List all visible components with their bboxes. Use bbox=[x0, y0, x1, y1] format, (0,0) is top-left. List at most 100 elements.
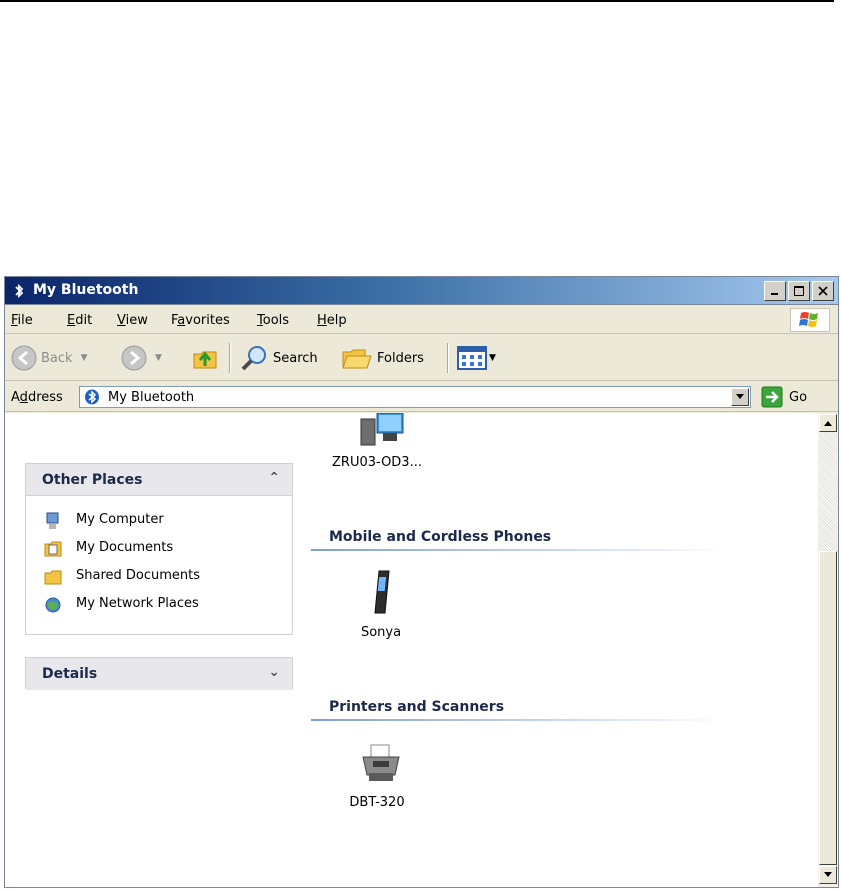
device-label: Sonya bbox=[360, 625, 402, 640]
menu-view[interactable]: View bbox=[117, 313, 148, 328]
forward-button[interactable]: ▼ bbox=[121, 335, 162, 381]
address-label-accel: d bbox=[19, 390, 28, 405]
my-documents-icon bbox=[44, 541, 62, 557]
device-printer[interactable]: DBT-320 bbox=[349, 743, 405, 823]
mobile-phone-icon bbox=[374, 570, 390, 614]
search-label: Search bbox=[273, 350, 318, 366]
maximize-icon bbox=[794, 286, 804, 296]
maximize-button[interactable] bbox=[788, 281, 810, 301]
other-places-header[interactable]: Other Places ⌃ bbox=[26, 464, 292, 496]
back-arrow-icon bbox=[11, 345, 37, 371]
close-button[interactable] bbox=[812, 281, 834, 301]
expand-chevron-icon[interactable]: ⌄ bbox=[268, 664, 280, 680]
views-icon bbox=[457, 346, 487, 370]
group-heading-mobile: Mobile and Cordless Phones bbox=[329, 529, 552, 545]
minimize-icon bbox=[771, 293, 778, 295]
group-heading-printers: Printers and Scanners bbox=[329, 699, 505, 715]
standard-toolbar: Back ▼ ▼ Search Folders ▼ bbox=[5, 335, 838, 381]
details-header[interactable]: Details ⌄ bbox=[26, 658, 292, 690]
bluetooth-icon bbox=[15, 283, 24, 299]
menu-edit-accel: E bbox=[67, 313, 76, 328]
folders-label: Folders bbox=[377, 350, 424, 366]
menu-tools[interactable]: Tools bbox=[257, 313, 289, 328]
views-dropdown-icon[interactable]: ▼ bbox=[489, 353, 496, 363]
place-shared-documents[interactable]: Shared Documents bbox=[26, 562, 292, 590]
device-mobile-phone[interactable]: Sonya bbox=[361, 569, 401, 649]
window-title: My Bluetooth bbox=[33, 282, 139, 298]
address-label-pre: A bbox=[11, 390, 20, 405]
scroll-up-button[interactable] bbox=[819, 414, 837, 432]
group-divider bbox=[311, 549, 727, 551]
search-button[interactable]: Search bbox=[239, 335, 318, 381]
menu-file-rest: ile bbox=[17, 313, 33, 328]
back-label: Back bbox=[41, 350, 73, 366]
scroll-thumb[interactable] bbox=[819, 551, 837, 865]
place-my-documents[interactable]: My Documents bbox=[26, 534, 292, 562]
go-label: Go bbox=[789, 389, 808, 405]
top-rule bbox=[0, 0, 834, 2]
content-area: Other Places ⌃ My Computer My Documents bbox=[5, 413, 838, 887]
up-folder-icon bbox=[193, 351, 217, 369]
folders-button[interactable]: Folders bbox=[341, 335, 424, 381]
address-dropdown-button[interactable] bbox=[731, 388, 749, 406]
scroll-down-arrow-icon bbox=[824, 872, 832, 877]
device-label: ZRU03-OD3... bbox=[332, 455, 422, 470]
menu-bar: File Edit View Favorites Tools Help bbox=[5, 306, 838, 334]
place-label: My Network Places bbox=[76, 596, 199, 611]
scroll-down-button[interactable] bbox=[819, 866, 837, 884]
address-label: Address bbox=[11, 390, 63, 405]
menu-edit[interactable]: Edit bbox=[67, 313, 92, 328]
my-computer-icon bbox=[46, 512, 59, 529]
go-button[interactable]: Go bbox=[761, 386, 807, 408]
menu-help[interactable]: Help bbox=[317, 313, 347, 328]
other-places-title: Other Places bbox=[42, 472, 143, 488]
details-title: Details bbox=[42, 666, 98, 682]
folders-icon bbox=[342, 349, 372, 369]
back-button[interactable]: Back ▼ bbox=[11, 335, 87, 381]
up-folder-button[interactable] bbox=[191, 335, 219, 381]
collapse-chevron-icon[interactable]: ⌃ bbox=[268, 470, 280, 486]
go-arrow-icon bbox=[761, 386, 783, 408]
place-label: Shared Documents bbox=[76, 568, 201, 583]
menu-favorites-rest: vorites bbox=[185, 313, 230, 328]
address-input[interactable]: My Bluetooth bbox=[79, 386, 751, 408]
forward-arrow-icon bbox=[121, 345, 147, 371]
place-label: My Documents bbox=[76, 540, 174, 555]
menu-view-accel: V bbox=[117, 313, 126, 328]
forward-dropdown-icon[interactable]: ▼ bbox=[155, 353, 162, 363]
menu-help-accel: H bbox=[317, 313, 327, 328]
printer-icon bbox=[362, 744, 400, 781]
vertical-scrollbar[interactable] bbox=[818, 413, 838, 887]
device-computer[interactable]: ZRU03-OD3... bbox=[332, 413, 422, 483]
address-bar: Address My Bluetooth Go bbox=[5, 382, 838, 412]
computer-icon bbox=[360, 413, 404, 446]
minimize-button[interactable] bbox=[764, 281, 786, 301]
device-label: DBT-320 bbox=[349, 795, 405, 810]
title-bar[interactable]: My Bluetooth bbox=[5, 277, 838, 305]
scroll-track[interactable] bbox=[819, 433, 837, 551]
search-icon bbox=[241, 346, 266, 371]
place-my-network-places[interactable]: My Network Places bbox=[26, 590, 292, 618]
details-panel: Details ⌄ bbox=[25, 657, 293, 690]
chevron-down-icon bbox=[736, 394, 744, 399]
explorer-window: My Bluetooth File Edit View Favorites To… bbox=[4, 276, 839, 888]
other-places-panel: Other Places ⌃ My Computer My Documents bbox=[25, 463, 293, 635]
menu-help-rest: elp bbox=[326, 313, 347, 328]
menu-edit-rest: dit bbox=[75, 313, 93, 328]
windows-logo bbox=[790, 308, 830, 332]
menu-favorites[interactable]: Favorites bbox=[171, 313, 230, 328]
menu-view-rest: iew bbox=[125, 313, 148, 328]
menu-file[interactable]: File bbox=[11, 313, 33, 328]
windows-flag-icon bbox=[799, 312, 818, 327]
menu-tools-rest: ools bbox=[262, 313, 290, 328]
toolbar-separator-2 bbox=[447, 343, 449, 373]
close-icon bbox=[818, 286, 828, 296]
scroll-up-arrow-icon bbox=[824, 421, 832, 426]
bluetooth-icon bbox=[85, 389, 99, 405]
network-places-icon bbox=[45, 597, 61, 613]
address-label-rest: dress bbox=[27, 390, 63, 405]
views-button[interactable]: ▼ bbox=[457, 335, 496, 381]
place-my-computer[interactable]: My Computer bbox=[26, 506, 292, 534]
back-dropdown-icon[interactable]: ▼ bbox=[81, 353, 88, 363]
shared-folder-icon bbox=[44, 570, 62, 585]
